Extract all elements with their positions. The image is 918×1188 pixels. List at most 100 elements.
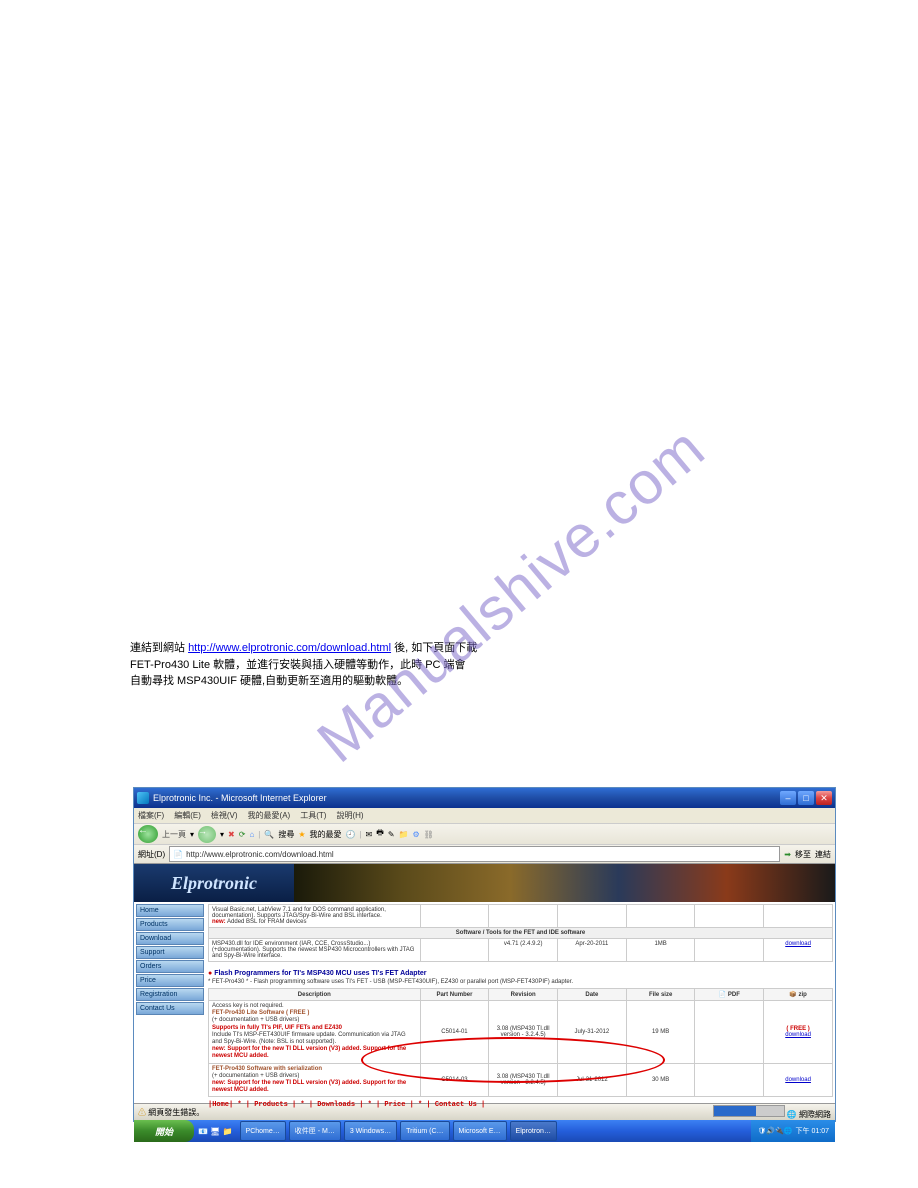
row-title: FET-Pro430 Lite Software ( FREE ) [212, 1010, 309, 1016]
col-description: Description [209, 989, 421, 1001]
sw-size: 1MB [626, 939, 695, 962]
mail-icon[interactable]: ✉ [366, 830, 373, 839]
minimize-button[interactable]: – [780, 791, 796, 805]
back-dropdown[interactable]: ▾ [190, 830, 194, 839]
sw-date: Apr-20-2011 [558, 939, 627, 962]
row-desc2: (+ documentation + USB drivers) [212, 1017, 299, 1023]
screenshot: Elprotronic Inc. - Microsoft Internet Ex… [133, 787, 836, 1122]
row-new: new: Support for the new TI DLL version … [212, 1046, 406, 1059]
text-line2: FET-Pro430 Lite 軟體，並進行安裝與插入硬體等動作，此時 PC 端… [130, 659, 466, 671]
section-title: ● Flash Programmers for TI's MSP430 MCU … [208, 970, 833, 977]
search-icon[interactable]: 🔍 [264, 830, 274, 839]
col-revision: Revision [489, 989, 558, 1001]
sidebar-item-home[interactable]: Home [136, 904, 204, 917]
page-icon: 📄 [173, 850, 183, 859]
sidebar-item-download[interactable]: Download [136, 932, 204, 945]
sw-download-link[interactable]: download [785, 941, 811, 947]
menu-tools[interactable]: 工具(T) [300, 810, 326, 821]
links-label[interactable]: 連結 [815, 849, 831, 860]
sidebar-item-price[interactable]: Price [136, 974, 204, 987]
search-label: 搜尋 [278, 829, 294, 840]
forward-button[interactable]: → [198, 826, 216, 843]
watermark: Manualshive.com [304, 413, 717, 776]
site-logo[interactable]: Elprotronic [134, 864, 294, 902]
col-date: Date [558, 989, 627, 1001]
row-title: FET-Pro430 Software with serialization [212, 1066, 322, 1072]
col-zip: 📦 zip [764, 989, 833, 1001]
history-icon[interactable]: 🕘 [346, 830, 356, 839]
menubar: 檔案(F) 編輯(E) 檢視(V) 我的最愛(A) 工具(T) 說明(H) [134, 808, 835, 824]
new-label: new: [212, 919, 226, 925]
task-item[interactable]: 3 Windows… [344, 1121, 397, 1141]
window-titlebar: Elprotronic Inc. - Microsoft Internet Ex… [134, 788, 835, 808]
col-filesize: File size [626, 989, 695, 1001]
sw-desc: MSP430.dll for IDE environment (IAR, CCE… [209, 939, 421, 962]
task-item[interactable]: Microsoft E… [453, 1121, 507, 1141]
back-button[interactable]: ← [138, 825, 158, 843]
go-button[interactable]: ➡ [784, 850, 791, 859]
document-text: 連結到網站 http://www.elprotronic.com/downloa… [130, 640, 790, 690]
main-content: Visual Basic.net, LabView 7.1 and for DO… [208, 904, 833, 1109]
edit-icon[interactable]: ✎ [388, 830, 395, 839]
menu-favorites[interactable]: 我的最愛(A) [248, 810, 291, 821]
separator: | [258, 830, 260, 839]
clock: 下午 01:07 [796, 1126, 829, 1136]
system-tray[interactable]: 🛡🔊🔌🌐 下午 01:07 [751, 1120, 835, 1142]
download-link[interactable]: download [785, 1077, 811, 1083]
tray-icons[interactable]: 🛡🔊🔌🌐 [757, 1127, 792, 1135]
sidebar-item-orders[interactable]: Orders [136, 960, 204, 973]
row-supports: Supports in fully TI's PIF, UIF FETs and… [212, 1025, 342, 1031]
forward-dropdown[interactable]: ▾ [220, 830, 224, 839]
status-text: ⚠ 網頁發生錯誤。 [138, 1107, 204, 1118]
sidebar-item-registration[interactable]: Registration [136, 988, 204, 1001]
address-label: 網址(D) [138, 849, 165, 860]
link-icon[interactable]: ⛓ [424, 830, 434, 839]
home-button[interactable]: ⌂ [249, 830, 254, 839]
sidebar-item-contact[interactable]: Contact Us [136, 1002, 204, 1015]
favorites-icon[interactable]: ★ [298, 830, 305, 839]
task-item[interactable]: 收件匣 - M… [289, 1121, 341, 1141]
footer-nav[interactable]: |Home| * | Products | * | Downloads | * … [208, 1101, 833, 1109]
addressbar: 網址(D) 📄 http://www.elprotronic.com/downl… [134, 845, 835, 864]
text-line3: 自動尋找 MSP430UIF 硬體,自動更新至適用的驅動軟體。 [130, 675, 408, 687]
table-row: Access key is not required. FET-Pro430 L… [209, 1001, 833, 1064]
close-button[interactable]: ✕ [816, 791, 832, 805]
taskbar: 開始 📧 🖥 📁 PChome… 收件匣 - M… 3 Windows… Tri… [134, 1120, 835, 1142]
section-subtitle: * FET-Pro430 * - Flash programming softw… [208, 979, 833, 985]
col-pdf: 📄 PDF [695, 989, 764, 1001]
sidebar-item-products[interactable]: Products [136, 918, 204, 931]
folder-icon[interactable]: 📁 [399, 830, 409, 839]
desc-new: Added BSL for FRAM devices [227, 919, 306, 925]
quicklaunch[interactable]: 📧 🖥 📁 [198, 1127, 233, 1136]
menu-edit[interactable]: 編輯(E) [174, 810, 201, 821]
start-button[interactable]: 開始 [134, 1120, 194, 1142]
desc-text: Visual Basic.net, LabView 7.1 and for DO… [212, 907, 386, 919]
download-link[interactable]: download [785, 1032, 811, 1038]
sidebar-item-support[interactable]: Support [136, 946, 204, 959]
sw-header: Software / Tools for the FET and IDE sof… [209, 928, 833, 939]
favorites-label: 我的最愛 [310, 829, 342, 840]
url-text: http://www.elprotronic.com/download.html [186, 850, 334, 859]
row-date: July-31-2012 [558, 1001, 627, 1064]
sidebar: Home Products Download Support Orders Pr… [136, 904, 204, 1015]
separator: | [359, 830, 361, 839]
menu-view[interactable]: 檢視(V) [211, 810, 238, 821]
task-item[interactable]: Tritium (C… [400, 1121, 449, 1141]
address-input[interactable]: 📄 http://www.elprotronic.com/download.ht… [169, 846, 780, 862]
menu-file[interactable]: 檔案(F) [138, 810, 164, 821]
row-revision: 3.08 (MSP430 TI.dll version - 3.2.4.5) [489, 1001, 558, 1064]
maximize-button[interactable]: □ [798, 791, 814, 805]
task-item[interactable]: Elprotron… [510, 1121, 557, 1141]
refresh-button[interactable]: ⟳ [239, 830, 246, 839]
ie-icon [137, 792, 149, 804]
task-item[interactable]: PChome… [240, 1121, 286, 1141]
tool-icon[interactable]: ⚙ [412, 830, 419, 839]
download-link[interactable]: http://www.elprotronic.com/download.html [188, 642, 391, 654]
text-suffix: 後, 如下頁面下載 [394, 642, 477, 654]
print-icon[interactable]: 🖶 [376, 827, 384, 841]
row-partnum: C5014-01 [420, 1001, 489, 1064]
banner [294, 864, 835, 902]
row-desc2: (+ documentation + USB drivers) [212, 1073, 299, 1079]
stop-button[interactable]: ✖ [228, 830, 235, 839]
menu-help[interactable]: 說明(H) [336, 810, 363, 821]
